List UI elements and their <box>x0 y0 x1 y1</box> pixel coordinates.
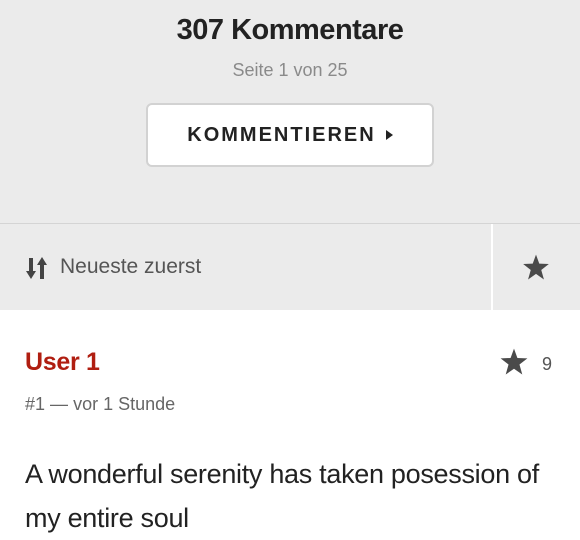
comment-author[interactable]: User 1 <box>25 348 100 377</box>
write-comment-button-label: KOMMENTIEREN <box>187 123 376 146</box>
comment-time: vor 1 Stunde <box>73 394 176 414</box>
comment-text: A wonderful serenity has taken posession… <box>25 459 539 533</box>
comment-item: User 1 9 #1 — vor 1 Stunde A wonderful s… <box>0 310 580 540</box>
comment-meta: #1 — vor 1 Stunde <box>25 394 175 415</box>
page-info: Seite 1 von 25 <box>232 60 348 80</box>
sort-bar: Neueste zuerst <box>0 224 580 310</box>
chevron-right-icon <box>385 130 393 140</box>
comment-rating[interactable]: 9 <box>499 346 559 378</box>
comments-title: 307 Kommentare <box>176 14 404 46</box>
sort-arrows-icon <box>26 257 47 279</box>
sort-order-label: Neueste zuerst <box>60 255 202 278</box>
comments-header: 307 Kommentare Seite 1 von 25 KOMMENTIER… <box>0 0 580 224</box>
star-icon <box>523 254 549 280</box>
write-comment-button[interactable]: KOMMENTIEREN <box>146 103 434 167</box>
rating-count: 9 <box>542 354 553 374</box>
star-icon <box>500 348 528 375</box>
sort-order-toggle[interactable]: Neueste zuerst <box>0 224 491 310</box>
favorites-filter-button[interactable] <box>493 224 580 310</box>
meta-separator: — <box>50 394 69 414</box>
comment-number: #1 <box>25 394 46 414</box>
